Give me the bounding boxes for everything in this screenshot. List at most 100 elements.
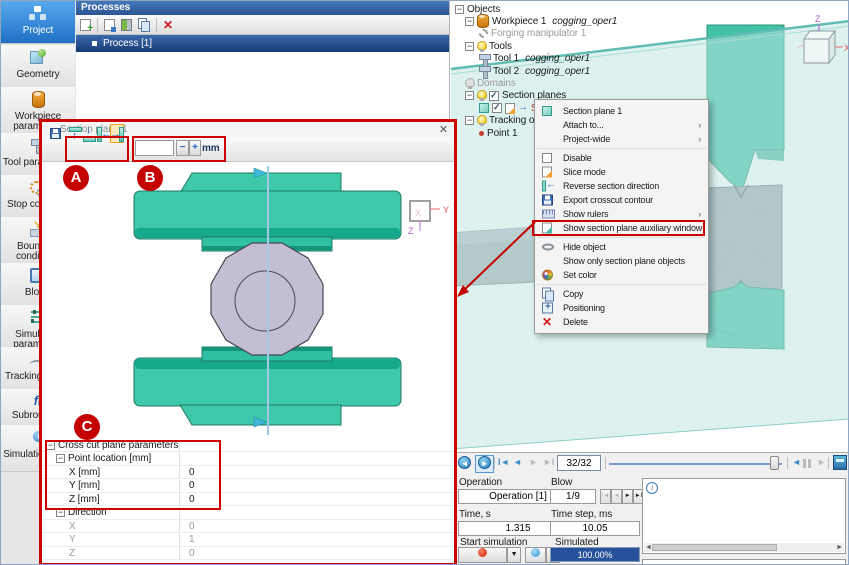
view-plane-left-button[interactable]: ← [96, 124, 110, 143]
tree-item-suffix: cogging_oper1 [525, 66, 590, 77]
param-value[interactable]: 0 [189, 494, 194, 505]
tree-expand-icon[interactable]: − [455, 5, 464, 14]
timestep-input[interactable] [550, 521, 640, 536]
param-row-point-location-mm-[interactable]: −Point location [mm] [42, 453, 454, 466]
table-expand-icon[interactable]: − [56, 454, 65, 463]
param-row-z[interactable]: Z0 [42, 547, 454, 560]
offset-plus-button[interactable]: + [189, 140, 201, 156]
blow-first-button[interactable]: I◄ [600, 489, 611, 504]
save-icon [542, 195, 553, 206]
sidebar-item-geometry[interactable]: Geometry [1, 45, 75, 88]
play-forward-button[interactable]: ► [817, 457, 826, 467]
param-row-x-mm-[interactable]: X [mm]0 [42, 466, 454, 479]
section-plane-window: Section plane 1 ✕ ↑ ↓ ← → − + mm A B C [39, 119, 457, 565]
play-back-button[interactable]: ◄ [792, 457, 801, 467]
save-button[interactable] [46, 124, 64, 143]
param-row-y[interactable]: Y1 [42, 534, 454, 547]
tree-item-tools[interactable]: −Tools [450, 40, 512, 52]
blow-next-button[interactable]: ► [622, 489, 633, 504]
timeline-slider-handle[interactable] [770, 456, 779, 470]
step-forward-button[interactable]: ► [529, 457, 538, 467]
message-box[interactable]: i ◄ ► [642, 478, 846, 554]
secondary-message-box[interactable] [642, 559, 846, 565]
manipulator-icon [479, 29, 488, 38]
param-value[interactable]: 1 [189, 534, 194, 545]
step-back-button[interactable]: ◄ [513, 457, 522, 467]
skip-to-last-button[interactable]: ►I [543, 457, 554, 467]
param-value[interactable]: 0 [189, 467, 194, 478]
tree-expand-icon[interactable]: − [465, 116, 474, 125]
menu-item-reverse-section-direction[interactable]: Reverse section direction [535, 179, 708, 193]
delete-process-icon[interactable]: ✕ [163, 19, 173, 31]
table-expand-icon[interactable]: − [46, 441, 55, 450]
param-value[interactable]: 0 [189, 480, 194, 491]
menu-item-attach-to-[interactable]: Attach to...› [535, 118, 708, 132]
skip-to-first-button[interactable]: I◄ [498, 457, 509, 467]
process-item[interactable]: Process [1] [76, 35, 449, 52]
tree-expand-icon[interactable]: − [465, 17, 474, 26]
menu-item-label: Positioning [563, 303, 605, 313]
pause-button[interactable] [803, 459, 811, 471]
scrollbar-thumb[interactable] [652, 544, 777, 551]
param-row-z-mm-[interactable]: Z [mm]0 [42, 493, 454, 506]
message-scrollbar[interactable]: ◄ ► [644, 543, 844, 552]
menu-item-show-section-plane-auxiliary-window[interactable]: Show section plane auxiliary window [535, 221, 708, 235]
section-canvas[interactable]: X Y Z [42, 162, 454, 439]
add-process-icon[interactable] [80, 19, 91, 31]
view-plane-right-button[interactable]: → [110, 124, 124, 143]
param-row-x[interactable]: X0 [42, 520, 454, 533]
menu-item-hide-object[interactable]: Hide object [535, 240, 708, 254]
menu-item-project-wide[interactable]: Project-wide› [535, 132, 708, 146]
menu-item-export-crosscut-contour[interactable]: Export crosscut contour [535, 193, 708, 207]
tree-item-point-1[interactable]: Point 1 [450, 127, 517, 139]
copy-process-icon[interactable] [138, 18, 150, 31]
menu-item-section-plane-1[interactable]: Section plane 1 [535, 104, 708, 118]
menu-item-slice-mode[interactable]: Slice mode [535, 165, 708, 179]
tree-item-tool-1[interactable]: Tool 1cogging_oper1 [450, 53, 590, 65]
menu-item-show-rulers[interactable]: Show rulers› [535, 207, 708, 221]
tree-item-workpiece-1[interactable]: −Workpiece 1cogging_oper1 [450, 15, 617, 27]
table-expand-icon[interactable]: − [56, 508, 65, 517]
workpiece-icon [28, 91, 48, 107]
param-row-direction[interactable]: −Direction [42, 507, 454, 520]
tree-expand-icon[interactable]: − [465, 42, 474, 51]
blow-prev-button[interactable]: ◄ [611, 489, 622, 504]
view-plane-top-button[interactable]: ↑ [68, 124, 82, 143]
blow-input[interactable] [550, 489, 596, 504]
menu-item-delete[interactable]: ✕Delete [535, 315, 708, 329]
timeline-slider[interactable] [609, 463, 782, 465]
menu-item-copy[interactable]: Copy [535, 287, 708, 301]
export-animation-button[interactable] [833, 455, 847, 470]
close-icon[interactable]: ✕ [439, 123, 448, 136]
menu-item-show-only-section-plane-objects[interactable]: Show only section plane objects [535, 254, 708, 268]
tree-item-objects[interactable]: −Objects [450, 3, 500, 15]
record-forward-button[interactable]: ► [475, 455, 494, 473]
record-back-button[interactable]: ◄ [456, 456, 473, 472]
menu-item-positioning[interactable]: Positioning [535, 301, 708, 315]
offset-input[interactable] [135, 140, 174, 156]
processes-toolbar: ✕ [76, 15, 449, 35]
param-value[interactable]: 0 [189, 548, 194, 559]
eye-icon [542, 244, 554, 251]
menu-item-set-color[interactable]: Set color [535, 268, 708, 282]
param-value[interactable]: 0 [189, 521, 194, 532]
start-simulation-button[interactable] [458, 547, 507, 563]
menu-item-label: Disable [563, 153, 592, 163]
view-plane-bottom-button[interactable]: ↓ [82, 124, 96, 143]
tree-expand-icon[interactable]: − [465, 91, 474, 100]
sidebar-item-project[interactable]: Project [1, 1, 75, 44]
tree-item-domains[interactable]: Domains [450, 77, 516, 89]
compare-process-icon[interactable] [121, 19, 132, 31]
tree-item-forging-manipulator-1[interactable]: Forging manipulator 1 [450, 28, 586, 40]
param-row-cross-cut-plane-parameters[interactable]: −Cross cut plane parameters [42, 439, 454, 452]
start-simulation-dropdown[interactable]: ▼ [507, 547, 521, 563]
section-plane-icon [542, 106, 552, 116]
param-row-y-mm-[interactable]: Y [mm]0 [42, 480, 454, 493]
tree-item-tool-2[interactable]: Tool 2cogging_oper1 [450, 65, 590, 77]
run-simulation-button[interactable] [525, 547, 546, 563]
rename-process-icon[interactable] [104, 19, 115, 31]
menu-item-disable[interactable]: Disable [535, 151, 708, 165]
offset-minus-button[interactable]: − [176, 140, 189, 156]
menu-separator [537, 284, 706, 285]
frame-counter-input[interactable] [557, 455, 601, 471]
